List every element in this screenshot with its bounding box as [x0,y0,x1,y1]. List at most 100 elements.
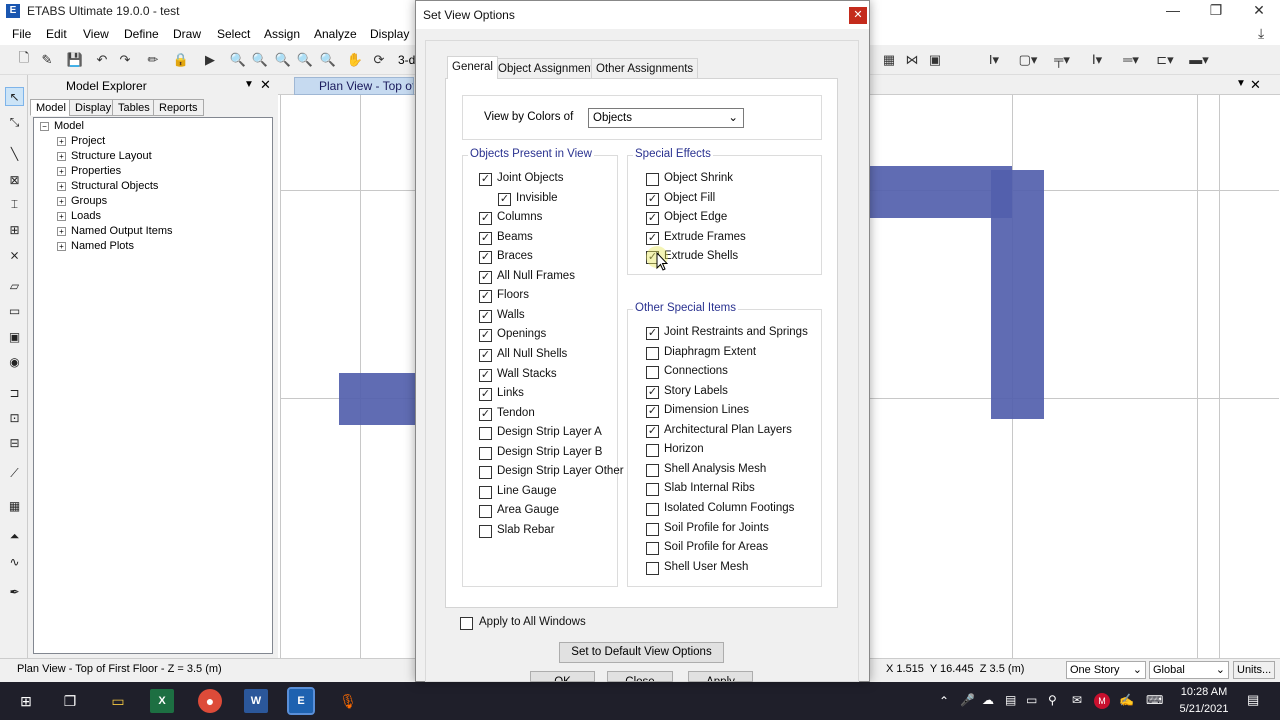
view-close-icon[interactable]: ✕ [1250,77,1261,93]
view-by-select[interactable]: Objects ⌄ [588,108,744,128]
tab-model[interactable]: Model [30,99,72,116]
menu-display[interactable]: Display [370,27,409,41]
tab-object-assignments[interactable]: Object Assignments [493,58,605,79]
other-special-checkbox[interactable] [646,444,659,458]
expand-icon[interactable]: + [57,166,66,176]
battery-icon[interactable]: ▭ [1026,693,1037,707]
pencil-icon[interactable]: ✏ [144,51,162,69]
clock-time[interactable]: 10:28 AM [1170,686,1238,698]
tree-item-named-output-items[interactable]: + Named Output Items [57,224,173,239]
objects-present-checkbox[interactable]: ✓ [479,329,492,343]
zoom-window-icon[interactable]: 🔍 [229,51,247,69]
objects-present-checkbox[interactable]: ✓ [479,251,492,265]
objects-present-checkbox[interactable]: ✓ [479,212,492,226]
apply-all-windows-checkbox[interactable] [460,617,473,630]
open-icon[interactable]: ✎ [38,51,56,69]
tree-item-groups[interactable]: + Groups [57,194,107,209]
objects-present-checkbox[interactable]: ✓ [479,348,492,362]
menu-edit[interactable]: Edit [46,27,67,41]
redo-icon[interactable]: ↷ [116,51,134,69]
draw-wall-icon[interactable]: ▣ [5,327,24,346]
undo-icon[interactable]: ↶ [93,51,111,69]
units-button[interactable]: Units... [1233,661,1275,679]
draw-column-icon[interactable]: ⌶ [5,195,24,214]
collapse-icon[interactable]: − [40,121,49,131]
expand-icon[interactable]: + [57,211,66,221]
download-icon[interactable]: ⤓ [1258,25,1264,42]
run-icon[interactable]: ▶ [201,51,219,69]
tree-item-loads[interactable]: + Loads [57,209,101,224]
draw-reference-line-icon[interactable]: ⟋ [5,464,24,483]
draw-dimension-icon[interactable]: ⊡ [5,408,24,427]
tree-root-model[interactable]: − Model [40,119,84,134]
other-special-checkbox[interactable] [646,522,659,536]
objects-present-checkbox[interactable]: ✓ [479,407,492,421]
draw-load-icon[interactable]: ⏶ [5,527,24,546]
draw-link-icon[interactable]: ⊐ [5,383,24,402]
tab-plan-view[interactable]: Plan View - Top of F [294,77,414,95]
close-icon[interactable]: ✕ [1249,2,1269,20]
tree-item-named-plots[interactable]: + Named Plots [57,239,134,254]
expand-icon[interactable]: + [57,151,66,161]
pen-icon[interactable]: ✍ [1119,693,1134,707]
coord-system-select[interactable]: Global ⌄ [1149,661,1229,679]
objects-present-checkbox[interactable] [479,524,492,538]
other-special-checkbox[interactable] [646,366,659,380]
tab-other-assignments[interactable]: Other Assignments [591,58,699,79]
show-hidden-icons[interactable]: ⌃ [939,694,949,708]
chrome-icon[interactable]: ● [198,689,222,713]
tree-item-structural-objects[interactable]: + Structural Objects [57,179,158,194]
pan-icon[interactable]: ✋ [346,51,364,69]
objects-present-checkbox[interactable]: ✓ [479,270,492,284]
cloud-icon[interactable]: ☁ [982,693,994,707]
draw-floor-icon[interactable]: ▱ [5,276,24,295]
section-cut-icon[interactable]: I▾ [985,51,1003,69]
objects-present-checkbox[interactable]: ✓ [479,368,492,382]
tree-item-project[interactable]: + Project [57,134,105,149]
other-special-checkbox[interactable] [646,483,659,497]
windows-start-icon[interactable]: ⊞ [14,689,38,713]
other-special-checkbox[interactable]: ✓ [646,405,659,419]
tab-display[interactable]: Display [69,99,118,116]
explorer-dropdown-icon[interactable]: ▼ [244,79,254,90]
menu-select[interactable]: Select [217,27,250,41]
story-select[interactable]: One Story ⌄ [1066,661,1146,679]
other-special-checkbox[interactable]: ✓ [646,327,659,340]
expand-icon[interactable]: + [57,196,66,206]
other-special-checkbox[interactable] [646,463,659,477]
brace-icon[interactable]: ═▾ [1122,51,1140,69]
expand-icon[interactable]: + [57,226,66,236]
objects-present-checkbox[interactable]: ✓ [479,309,492,323]
tab-general[interactable]: General [447,56,498,79]
draw-grid-icon[interactable]: ▦ [5,496,24,515]
view-dropdown-icon[interactable]: ▼ [1236,78,1246,89]
draw-rect-floor-icon[interactable]: ▭ [5,301,24,320]
truss-icon[interactable]: ⋈ [903,51,921,69]
other-special-checkbox[interactable]: ✓ [646,424,659,438]
excel-icon[interactable]: X [150,689,174,713]
usb-icon[interactable]: ⚲ [1048,693,1057,707]
other-special-checkbox[interactable] [646,346,659,360]
tree-item-structure-layout[interactable]: + Structure Layout [57,149,152,164]
objects-present-checkbox[interactable] [479,427,492,441]
beam-icon[interactable]: ╤▾ [1053,51,1071,69]
clock-date[interactable]: 5/21/2021 [1170,703,1238,715]
expand-icon[interactable]: + [57,136,66,146]
dialog-close-icon[interactable]: ✕ [849,7,867,24]
zoom-restore-icon[interactable]: 🔍 [251,51,269,69]
draw-tendon-icon[interactable]: ⊟ [5,433,24,452]
tray-icon[interactable]: ▤ [1005,693,1016,707]
other-special-checkbox[interactable]: ✓ [646,385,659,399]
minimize-icon[interactable]: — [1163,2,1183,20]
draw-beam-icon[interactable]: ⊞ [5,220,24,239]
other-special-checkbox[interactable] [646,561,659,575]
expand-icon[interactable]: + [57,241,66,251]
objects-present-checkbox[interactable]: ✓ [498,192,511,206]
draw-joint-icon[interactable]: ╲ [5,144,24,163]
menu-analyze[interactable]: Analyze [314,27,357,41]
menu-define[interactable]: Define [124,27,159,41]
zoom-full-icon[interactable]: 🔍 [274,51,292,69]
tree-item-properties[interactable]: + Properties [57,164,121,179]
rotate-icon[interactable]: ⟳ [370,51,388,69]
special-effects-checkbox[interactable]: ✓ [646,192,659,206]
